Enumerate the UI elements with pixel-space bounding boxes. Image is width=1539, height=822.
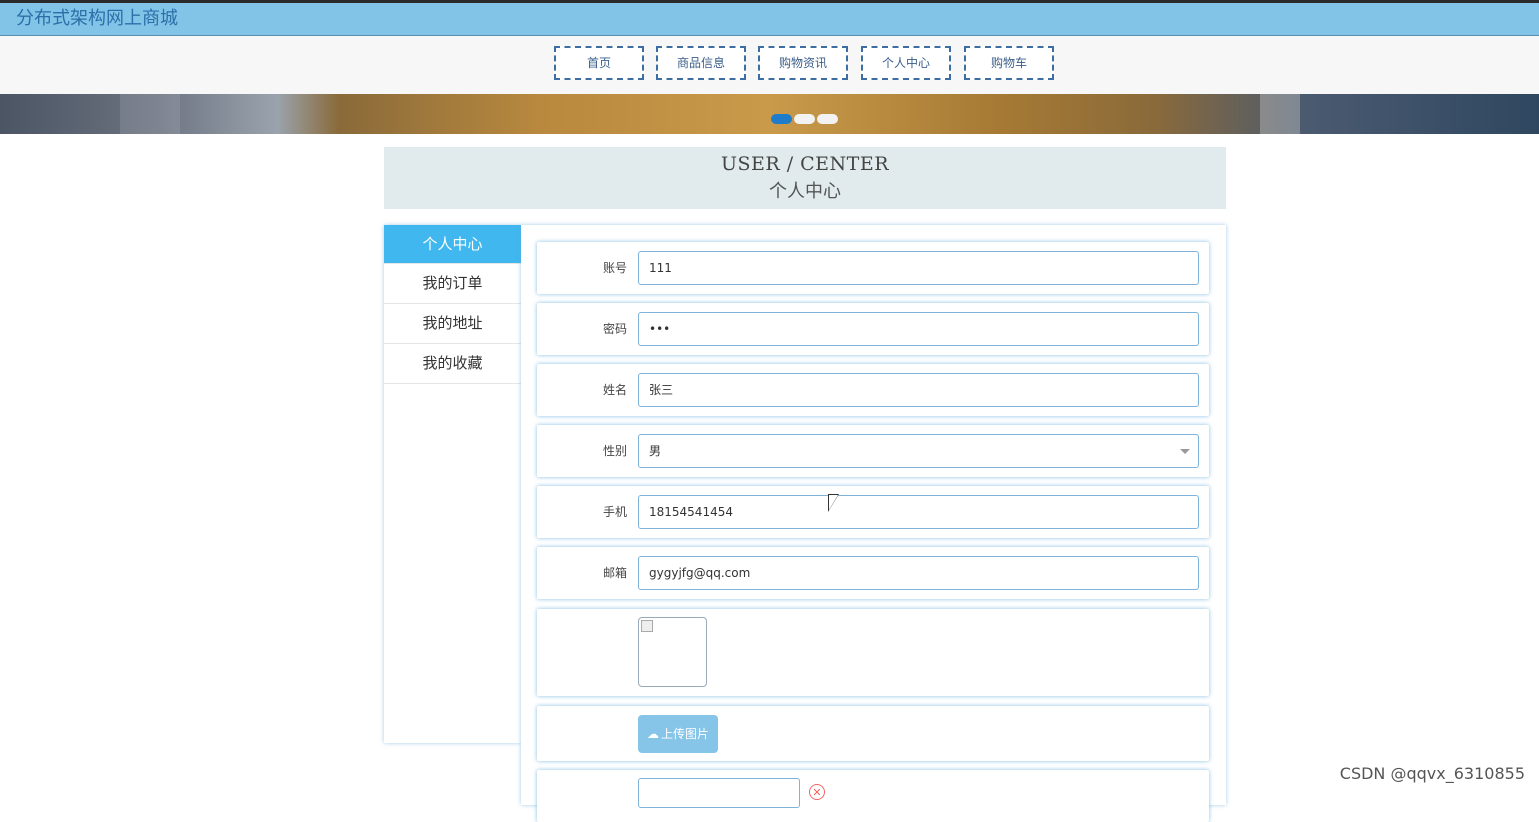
account-input[interactable]: 111 <box>638 251 1199 285</box>
email-input[interactable]: gygyjfg@qq.com <box>638 556 1199 590</box>
carousel-banner[interactable] <box>0 94 1539 134</box>
banner-decoration <box>120 94 180 134</box>
site-title[interactable]: 分布式架构网上商城 <box>16 4 178 30</box>
user-sidebar: 个人中心 我的订单 我的地址 我的收藏 <box>384 225 521 743</box>
form-row-upload: ☁ 上传图片 <box>537 706 1209 761</box>
form-row-avatar <box>537 609 1209 696</box>
email-label: 邮箱 <box>602 566 627 580</box>
upload-button-label: 上传图片 <box>660 727 709 741</box>
carousel-dot[interactable] <box>817 114 838 124</box>
form-row-email: 邮箱 gygyjfg@qq.com <box>537 547 1209 599</box>
main-nav: 首页 商品信息 购物资讯 个人中心 购物车 <box>0 36 1539 94</box>
nav-shopping-news[interactable]: 购物资讯 <box>758 46 848 80</box>
profile-form: 账号 111 密码 ••• 姓名 张三 性别 男 手机 18154541454 … <box>521 225 1226 822</box>
chevron-down-icon <box>1180 449 1190 454</box>
balance-input[interactable] <box>638 778 800 808</box>
carousel-indicators <box>771 109 840 124</box>
name-label: 姓名 <box>602 383 627 397</box>
form-row-password: 密码 ••• <box>537 303 1209 355</box>
upload-image-button[interactable]: ☁ 上传图片 <box>638 715 718 753</box>
gender-label: 性别 <box>602 444 627 458</box>
avatar-image <box>638 617 707 687</box>
form-row-account: 账号 111 <box>537 242 1209 294</box>
nav-cart[interactable]: 购物车 <box>964 46 1054 80</box>
form-row-gender: 性别 男 <box>537 425 1209 477</box>
carousel-dot[interactable] <box>794 114 815 124</box>
nav-home[interactable]: 首页 <box>554 46 644 80</box>
form-row-balance: ✕ <box>537 770 1209 822</box>
gender-select[interactable]: 男 <box>638 434 1199 468</box>
gender-value: 男 <box>649 444 662 458</box>
form-row-phone: 手机 18154541454 <box>537 486 1209 538</box>
section-title-en: USER / CENTER <box>720 153 890 175</box>
password-input[interactable]: ••• <box>638 312 1199 346</box>
section-title-cn: 个人中心 <box>769 181 841 202</box>
sidebar-item-orders[interactable]: 我的订单 <box>384 264 521 304</box>
nav-products[interactable]: 商品信息 <box>656 46 746 80</box>
mouse-cursor-icon <box>829 495 838 510</box>
account-label: 账号 <box>602 261 627 275</box>
form-row-name: 姓名 张三 <box>537 364 1209 416</box>
error-icon: ✕ <box>809 784 825 800</box>
phone-input[interactable]: 18154541454 <box>638 495 1199 529</box>
broken-image-icon <box>641 620 653 632</box>
name-input[interactable]: 张三 <box>638 373 1199 407</box>
cloud-upload-icon: ☁ <box>646 727 659 741</box>
banner-decoration <box>1260 94 1300 134</box>
carousel-dot[interactable] <box>771 114 792 124</box>
sidebar-item-user-center[interactable]: 个人中心 <box>384 225 521 264</box>
top-header-bar: 分布式架构网上商城 <box>0 0 1539 36</box>
sidebar-item-address[interactable]: 我的地址 <box>384 304 521 344</box>
nav-user-center[interactable]: 个人中心 <box>861 46 951 80</box>
password-label: 密码 <box>602 322 627 336</box>
sidebar-item-favorites[interactable]: 我的收藏 <box>384 344 521 384</box>
watermark: CSDN @qqvx_6310855 <box>1339 764 1525 783</box>
phone-label: 手机 <box>602 505 627 519</box>
section-header: USER / CENTER 个人中心 <box>384 147 1226 209</box>
